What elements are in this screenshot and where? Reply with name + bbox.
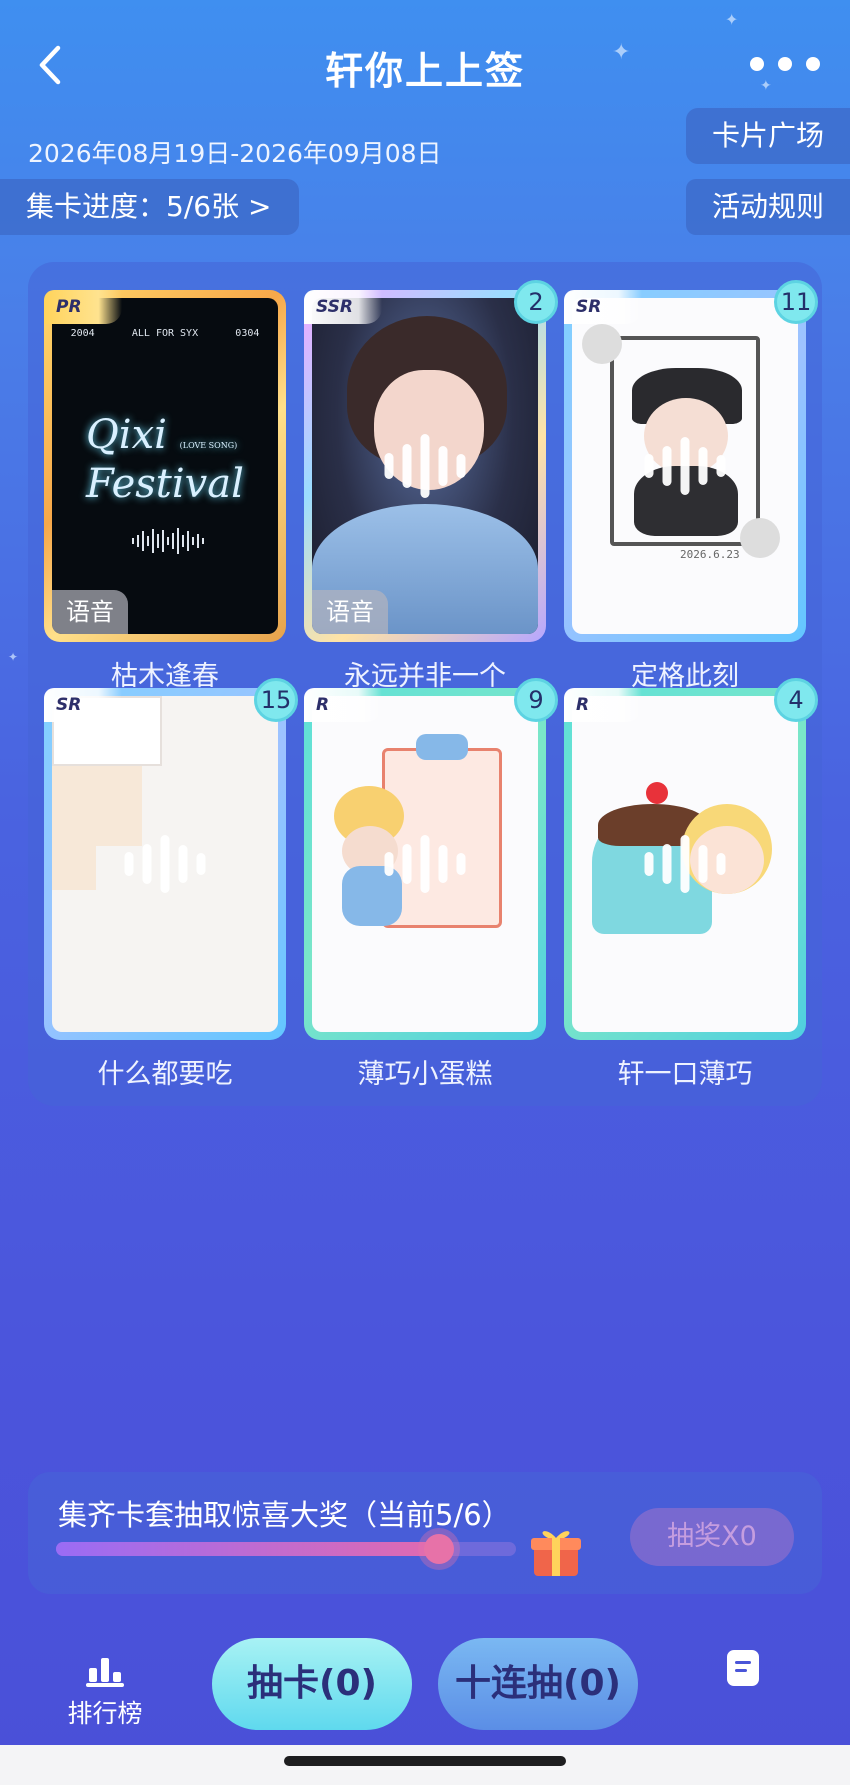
voice-wave-icon xyxy=(644,835,726,893)
rarity-badge: SR xyxy=(44,688,122,722)
ranking-label: 排行榜 xyxy=(67,1699,143,1728)
card-collection-panel: 2004 ALL FOR SYX 0304 Qixi (LOVE SONG) F… xyxy=(28,262,822,1106)
voice-wave-icon xyxy=(644,437,726,495)
card-shenme-dou-yao-chi[interactable]: SR 15 什么都要吃 xyxy=(44,678,298,1090)
page-title: 轩你上上签 xyxy=(324,49,525,93)
progress-knob xyxy=(424,1534,455,1564)
card-art xyxy=(312,696,538,1032)
voice-wave-icon xyxy=(384,835,466,893)
rank-icon xyxy=(86,1658,124,1687)
event-date-range: 2026年08月19日-2026年09月08日 xyxy=(28,139,442,168)
document-icon[interactable] xyxy=(725,1648,761,1688)
lottery-progress-bar xyxy=(56,1534,516,1564)
more-button[interactable] xyxy=(750,46,820,82)
card-count-badge: 9 xyxy=(514,678,558,722)
progress-fill xyxy=(56,1542,440,1556)
card-name: 薄巧小蛋糕 xyxy=(357,1059,493,1090)
card-name: 轩一口薄巧 xyxy=(617,1059,753,1090)
voice-wave-icon xyxy=(124,835,206,893)
card-xuan-yikou-baoqiao[interactable]: R 4 轩一口薄巧 xyxy=(564,678,818,1090)
rarity-badge: SSR xyxy=(304,290,382,324)
rarity-badge: R xyxy=(304,688,382,722)
home-indicator[interactable] xyxy=(284,1756,566,1766)
qixi-festival-logo: Qixi (LOVE SONG) Festival xyxy=(86,412,244,507)
bottom-action-bar: 排行榜 抽卡(0) 十连抽(0) xyxy=(0,1612,850,1762)
card-yongyuan-bingfei-yige[interactable]: SSR 2 语音 永远并非一个 xyxy=(304,280,558,692)
card-art xyxy=(572,696,798,1032)
rules-button[interactable]: 活动规则 xyxy=(685,179,850,235)
card-plaza-button[interactable]: 卡片广场 xyxy=(685,108,850,164)
lottery-label: 集齐卡套抽取惊喜大奖（当前5/6） xyxy=(58,1498,511,1532)
card-count-badge: 11 xyxy=(774,280,818,324)
card-count-badge: 4 xyxy=(774,678,818,722)
gift-icon[interactable] xyxy=(528,1524,584,1578)
voice-tag: 语音 xyxy=(312,590,388,634)
card-art: 2026.6.23 xyxy=(572,298,798,634)
card-count-badge: 2 xyxy=(514,280,558,324)
sparkle-decoration: ✦ xyxy=(8,650,19,664)
rarity-badge: PR xyxy=(44,290,122,324)
card-name: 什么都要吃 xyxy=(97,1059,233,1090)
rarity-badge: SR xyxy=(564,290,642,324)
card-count-badge: 15 xyxy=(254,678,298,722)
card-art xyxy=(52,696,278,1032)
rarity-badge: R xyxy=(564,688,642,722)
card-art: 2004 ALL FOR SYX 0304 Qixi (LOVE SONG) F… xyxy=(52,298,278,634)
collection-progress-button[interactable]: 集卡进度：5/6张 > xyxy=(0,179,300,235)
ranking-button[interactable]: 排行榜 xyxy=(60,1654,150,1730)
voice-wave-icon xyxy=(384,434,466,498)
card-baoqiao-xiao-dangao[interactable]: R 9 薄巧小蛋糕 xyxy=(304,678,558,1090)
prize-draw-button[interactable]: 抽奖X0 xyxy=(630,1508,794,1566)
ten-draw-button[interactable]: 十连抽(0) xyxy=(438,1638,638,1730)
draw-card-button[interactable]: 抽卡(0) xyxy=(212,1638,412,1730)
more-icon xyxy=(750,57,764,71)
lottery-progress-panel: 集齐卡套抽取惊喜大奖（当前5/6） 抽奖X0 xyxy=(28,1472,822,1594)
card-art xyxy=(312,298,538,634)
card-dingge-cike[interactable]: 2026.6.23 SR 11 定格此刻 xyxy=(564,280,818,692)
card-kumu-fengchun[interactable]: 2004 ALL FOR SYX 0304 Qixi (LOVE SONG) F… xyxy=(44,290,286,692)
audio-wave-icon xyxy=(132,528,204,554)
voice-tag: 语音 xyxy=(52,590,128,634)
